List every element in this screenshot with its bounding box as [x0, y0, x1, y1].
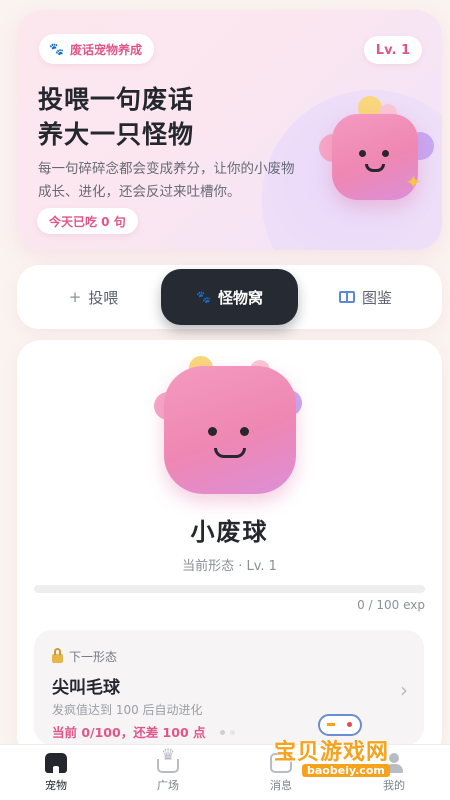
- lock-icon: [52, 648, 63, 663]
- next-form-name: 尖叫毛球: [52, 678, 120, 698]
- crown-icon: [157, 745, 179, 773]
- watermark-text: 宝贝游戏网: [274, 740, 390, 765]
- tab-collection[interactable]: 图鉴: [303, 269, 428, 325]
- chevron-right-icon[interactable]: ›: [400, 678, 408, 702]
- hero-title-line2: 养大一只怪物: [38, 120, 195, 149]
- site-watermark: 宝贝游戏网 baobeiy.com: [266, 714, 426, 786]
- sparkle-icon: ✦: [405, 170, 422, 194]
- exp-text: 0 / 100 exp: [357, 598, 425, 612]
- eaten-today-chip: 今天已吃 0 句: [37, 208, 138, 234]
- next-form-header: 下一形态: [52, 648, 117, 665]
- app-tag-chip: 🐾 废话宠物养成: [39, 34, 154, 64]
- gamepad-icon: [318, 714, 362, 736]
- app-tag-label: 废话宠物养成: [69, 42, 142, 57]
- tab-feed[interactable]: + 投喂: [31, 269, 156, 325]
- monster-card: 小废球 当前形态 · Lv. 1 0 / 100 exp 下一形态 尖叫毛球 发…: [17, 340, 442, 760]
- nav-pet[interactable]: 宠物: [0, 745, 112, 800]
- next-form-progress: 当前 0/100，还差 100 点: [52, 725, 206, 740]
- hero-banner: 🐾 废话宠物养成 Lv. 1 投喂一句废话 养大一只怪物 每一句碎碎念都会变成养…: [17, 10, 442, 250]
- pet-name: 小废球: [190, 518, 269, 546]
- paw-icon: 🐾: [196, 290, 211, 304]
- pet-stage: 当前形态 · Lv. 1: [182, 559, 277, 574]
- page-indicator: [220, 730, 235, 735]
- nav-pet-label: 宠物: [45, 779, 67, 792]
- next-form-label: 下一形态: [69, 650, 118, 664]
- tab-monster-den-label: 怪物窝: [217, 288, 263, 307]
- hero-desc-line1: 每一句碎碎念都会变成养分，让你的小废物: [38, 161, 295, 177]
- book-icon: [338, 291, 355, 303]
- hero-title-line1: 投喂一句废话: [38, 85, 195, 114]
- pet-monster-illustration[interactable]: [152, 354, 308, 504]
- home-icon: [45, 753, 67, 773]
- page-dot: [220, 730, 225, 735]
- hero-monster-illustration: ✦: [317, 96, 437, 220]
- level-badge: Lv. 1: [363, 36, 422, 64]
- hero-description: 每一句碎碎念都会变成养分，让你的小废物 成长、进化，还会反过来吐槽你。: [38, 158, 328, 204]
- tab-feed-label: 投喂: [88, 288, 119, 307]
- plus-icon: +: [68, 288, 82, 306]
- hero-title: 投喂一句废话 养大一只怪物: [38, 82, 298, 152]
- nav-square-label: 广场: [157, 779, 179, 792]
- tab-monster-den[interactable]: 🐾 怪物窝: [161, 269, 298, 325]
- tab-bar: + 投喂 🐾 怪物窝 图鉴: [17, 265, 442, 329]
- tab-collection-label: 图鉴: [361, 288, 392, 307]
- watermark-url: baobeiy.com: [302, 764, 390, 777]
- hero-desc-line2: 成长、进化，还会反过来吐槽你。: [38, 184, 241, 200]
- paw-icon: 🐾: [49, 42, 64, 56]
- exp-progress-bar: [34, 585, 425, 593]
- nav-square[interactable]: 广场: [112, 745, 224, 800]
- page-dot: [230, 730, 235, 735]
- next-form-desc: 发疯值达到 100 后自动进化: [52, 703, 203, 717]
